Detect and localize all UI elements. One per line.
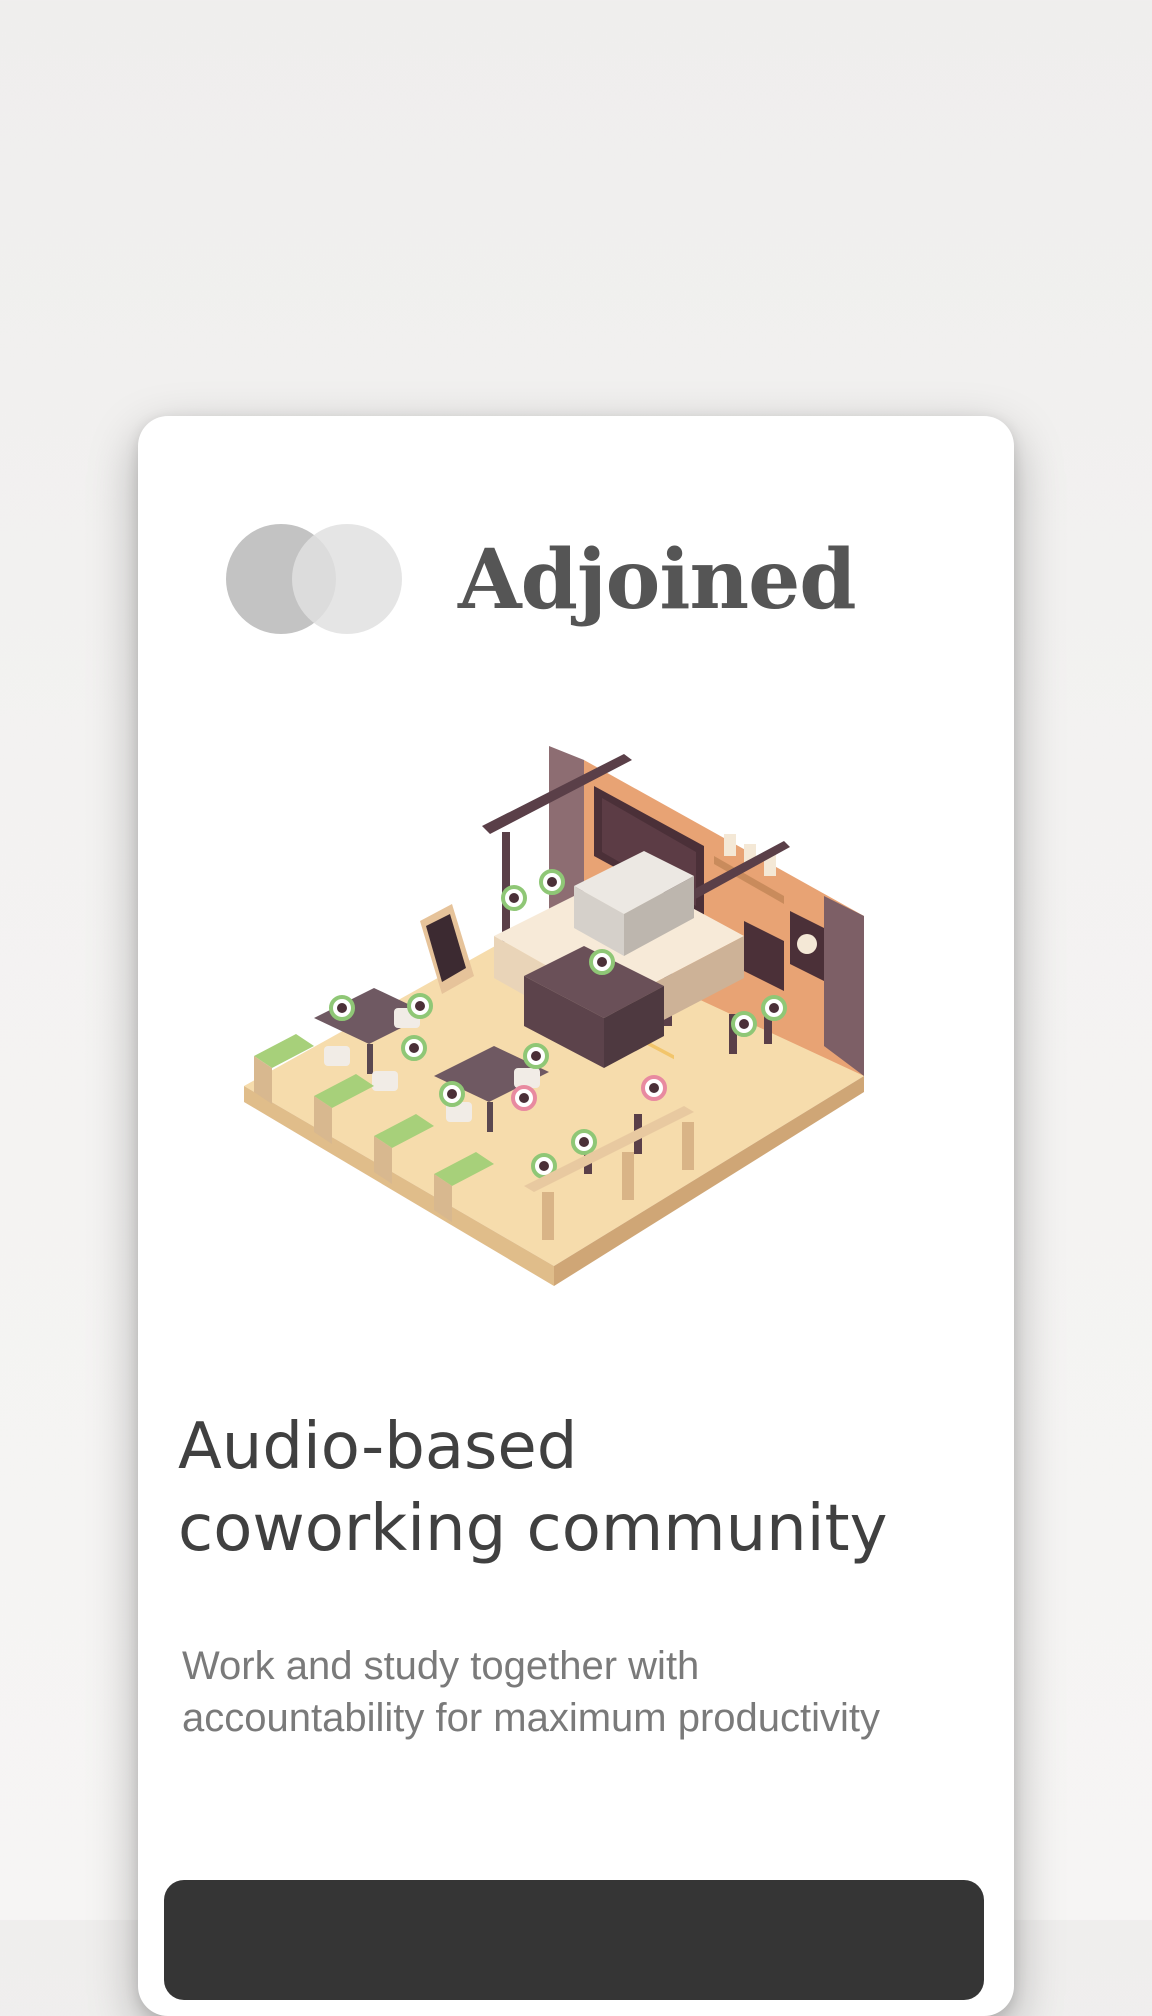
get-started-button[interactable]	[164, 1880, 984, 2000]
subtitle-line-2: accountability for maximum productivity	[182, 1696, 881, 1740]
subtitle-line-1: Work and study together with	[182, 1644, 700, 1688]
logo-icon	[226, 524, 402, 636]
headline: Audio-based coworking community	[178, 1406, 978, 1570]
headline-line-1: Audio-based	[178, 1410, 578, 1484]
brand-name: Adjoined	[458, 532, 857, 628]
subtitle: Work and study together with accountabil…	[182, 1640, 1002, 1744]
coffee-shop-illustration	[224, 746, 874, 1306]
headline-line-2: coworking community	[178, 1492, 888, 1566]
onboarding-card: Adjoined Audio-based coworking community…	[138, 416, 1014, 2016]
brand-header: Adjoined	[226, 524, 857, 636]
